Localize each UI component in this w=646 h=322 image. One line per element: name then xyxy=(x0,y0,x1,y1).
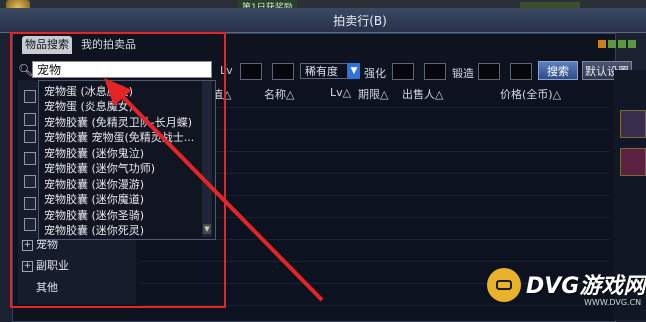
arrow-line xyxy=(110,84,324,302)
watermark-name: DVG游戏网 xyxy=(526,274,646,299)
watermark-url: WWW.DVG.CN xyxy=(584,298,642,307)
gamepad-icon xyxy=(496,280,512,290)
